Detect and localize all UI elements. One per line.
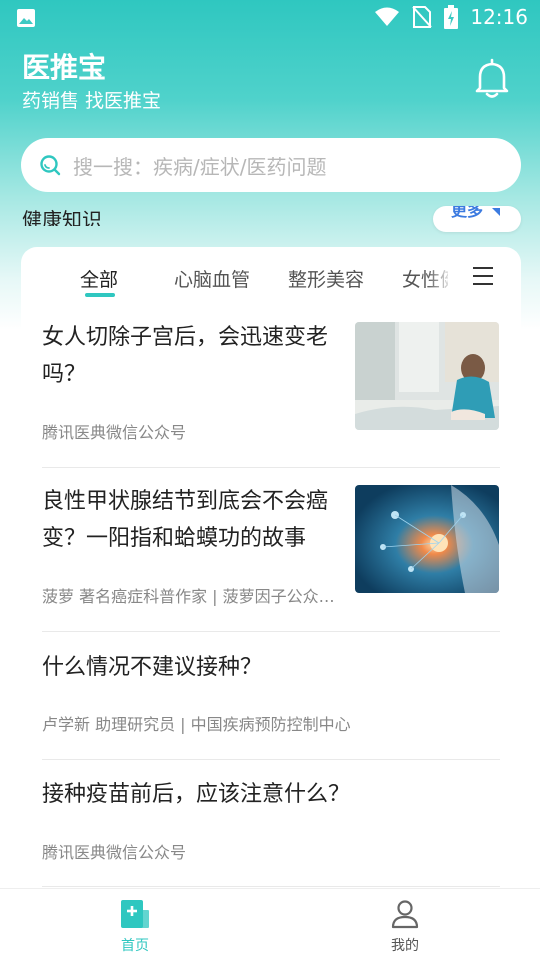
- notification-bell-icon[interactable]: [472, 58, 512, 100]
- status-time: 12:16: [470, 5, 528, 29]
- nav-home-label: 首页: [121, 938, 149, 954]
- arrow-icon: [492, 208, 500, 216]
- tab-cosmetic[interactable]: 整形美容: [288, 265, 364, 292]
- app-subtitle: 药销售 找医推宝: [22, 90, 162, 112]
- more-label: 更多: [451, 206, 484, 220]
- section-title: 健康知识: [22, 208, 102, 226]
- wifi-icon: [375, 7, 400, 26]
- no-sim-icon: [412, 6, 433, 28]
- status-bar: 12:16: [0, 0, 540, 36]
- nav-home[interactable]: 首页: [75, 889, 195, 960]
- article-title: 什么情况不建议接种？: [42, 655, 263, 680]
- article-source: 菠萝 著名癌症科普作家 | 菠萝因子公众…: [42, 587, 335, 606]
- nav-profile[interactable]: 我的: [345, 889, 465, 960]
- home-doc-icon: [121, 900, 149, 928]
- article-item[interactable]: 什么情况不建议接种？ 卢学新 助理研究员 | 中国疾病预防控制中心: [42, 632, 500, 760]
- article-source: 腾讯医典微信公众号: [42, 423, 187, 442]
- app-title: 医推宝: [22, 51, 107, 84]
- article-thumbnail: [355, 485, 499, 593]
- article-thumbnail: [355, 322, 499, 430]
- gallery-icon: [17, 9, 35, 27]
- search-bar[interactable]: 搜一搜：疾病/症状/医药问题: [21, 138, 521, 192]
- article-source: 卢学新 助理研究员 | 中国疾病预防控制中心: [42, 715, 351, 734]
- article-title: 接种疫苗前后，应该注意什么？: [42, 782, 351, 807]
- article-source: 腾讯医典微信公众号: [42, 843, 187, 862]
- article-item[interactable]: 接种疫苗前后，应该注意什么？ 腾讯医典微信公众号: [42, 760, 500, 887]
- article-title: 良性甲状腺结节到底会不会癌 变？一阳指和蛤蟆功的故事: [42, 489, 329, 551]
- active-tab-indicator: [85, 293, 115, 297]
- article-item[interactable]: 女人切除子宫后，会迅速变老 吗？ 腾讯医典微信公众号: [42, 319, 500, 468]
- article-item[interactable]: 良性甲状腺结节到底会不会癌 变？一阳指和蛤蟆功的故事 菠萝 著名癌症科普作家 |…: [42, 468, 500, 632]
- search-icon: [40, 155, 61, 176]
- battery-charging-icon: [444, 5, 459, 29]
- category-tabs: 全部 心脑血管 整形美容 女性健康: [21, 247, 521, 307]
- search-placeholder: 搜一搜：疾病/症状/医药问题: [73, 154, 327, 179]
- profile-icon: [391, 900, 419, 929]
- nav-profile-label: 我的: [391, 938, 419, 954]
- bottom-navigation: 首页 我的: [0, 888, 540, 960]
- more-button[interactable]: 更多: [433, 206, 521, 232]
- tab-all[interactable]: 全部: [80, 265, 118, 292]
- article-title: 女人切除子宫后，会迅速变老 吗？: [42, 325, 329, 387]
- tab-cardio[interactable]: 心脑血管: [174, 265, 250, 292]
- menu-icon[interactable]: [473, 267, 493, 285]
- news-card: 全部 心脑血管 整形美容 女性健康 女人切除子宫后，会迅速变老 吗？ 腾讯医典微…: [21, 247, 521, 907]
